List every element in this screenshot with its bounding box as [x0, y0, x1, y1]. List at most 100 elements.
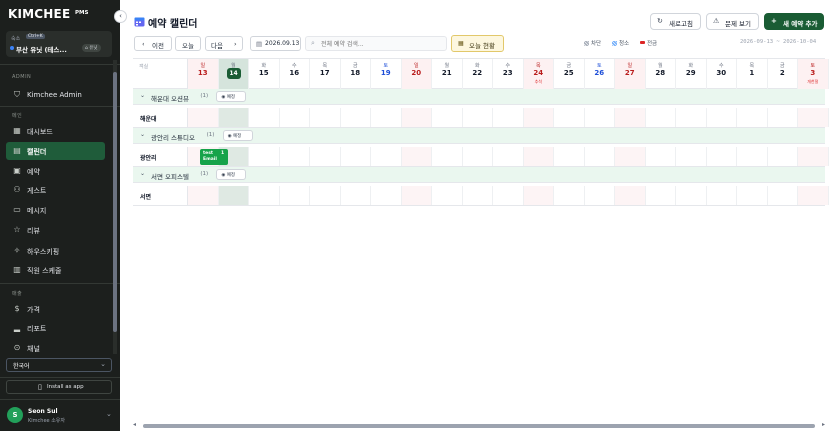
- prev-button[interactable]: ‹ 이전: [134, 36, 172, 51]
- date-column-header[interactable]: 일 27: [615, 59, 646, 89]
- date-picker[interactable]: ▤ 2026.09.13: [250, 36, 301, 51]
- sidebar-item-calendar[interactable]: ▤ 캘린더: [6, 142, 105, 160]
- calendar-cell[interactable]: [249, 108, 280, 127]
- calendar-cell[interactable]: [554, 147, 585, 166]
- sidebar-item-dashboard[interactable]: ▦ 대시보드: [6, 122, 105, 140]
- calendar-cell[interactable]: [615, 186, 646, 205]
- calendar-cell[interactable]: [737, 186, 768, 205]
- calendar-cell[interactable]: [676, 147, 707, 166]
- group-schedule-button[interactable]: ◉ 예정: [216, 91, 247, 102]
- chevron-down-icon[interactable]: ⌄: [140, 92, 145, 99]
- calendar-cell[interactable]: [341, 108, 371, 127]
- sidebar-item-housekeeping[interactable]: ✧ 하우스키핑: [6, 242, 105, 260]
- sidebar-item-channels[interactable]: ⊙ 채널: [6, 339, 105, 357]
- sidebar-item-reports[interactable]: ▂ 리포트: [6, 319, 105, 337]
- group-row[interactable]: ⌄ 서면 오피스텔 (1) ◉ 예정: [133, 167, 825, 183]
- calendar-cell[interactable]: [432, 186, 463, 205]
- calendar-cell[interactable]: [523, 108, 554, 127]
- calendar-cell[interactable]: [707, 108, 737, 127]
- calendar-cell[interactable]: [280, 108, 310, 127]
- date-column-header[interactable]: 일 13: [188, 59, 219, 89]
- room-name[interactable]: 광안리: [133, 147, 188, 166]
- calendar-cell[interactable]: [798, 108, 829, 127]
- calendar-cell[interactable]: [249, 186, 280, 205]
- calendar-cell[interactable]: [218, 108, 249, 127]
- sidebar-item-reviews[interactable]: ☆ 리뷰: [6, 221, 105, 239]
- calendar-cell[interactable]: [493, 186, 524, 205]
- date-column-header[interactable]: 월 21: [432, 59, 463, 89]
- calendar-cell[interactable]: [463, 186, 493, 205]
- date-column-header[interactable]: 일 20: [401, 59, 432, 89]
- calendar-cell[interactable]: [493, 147, 524, 166]
- install-app-button[interactable]: ▯ Install as app: [6, 380, 112, 394]
- date-column-header[interactable]: 수 23: [493, 59, 524, 89]
- date-column-header[interactable]: 목1: [737, 59, 768, 89]
- date-column-header[interactable]: 목 24 추석: [523, 59, 554, 89]
- calendar-cell[interactable]: [463, 147, 493, 166]
- search-field[interactable]: ⌕: [305, 36, 447, 51]
- search-input[interactable]: [321, 39, 441, 49]
- sidebar-item-messages[interactable]: ▭ 메시지: [6, 201, 105, 219]
- calendar-cell[interactable]: [371, 147, 402, 166]
- calendar-cell[interactable]: [341, 147, 371, 166]
- group-row[interactable]: ⌄ 해운대 오션뷰 (1) ◉ 예정: [133, 89, 825, 105]
- calendar-cell[interactable]: [768, 147, 798, 166]
- calendar-cell[interactable]: [310, 147, 341, 166]
- calendar-cell[interactable]: [371, 108, 402, 127]
- date-column-header[interactable]: 목 17: [310, 59, 341, 89]
- calendar-cell[interactable]: [341, 186, 371, 205]
- scroll-right-icon[interactable]: ▸: [822, 421, 825, 428]
- room-name[interactable]: 해운대: [133, 108, 188, 127]
- today-status-button[interactable]: ▦ 오늘 현황: [451, 35, 504, 52]
- calendar-cell[interactable]: [768, 108, 798, 127]
- scroll-left-icon[interactable]: ◂: [133, 421, 136, 428]
- language-select[interactable]: 한국어 ⌄: [6, 358, 112, 372]
- calendar-cell[interactable]: [218, 186, 249, 205]
- chevron-down-icon[interactable]: ⌄: [140, 170, 145, 177]
- calendar-cell[interactable]: [493, 108, 524, 127]
- sidebar-collapse-button[interactable]: ‹: [114, 10, 127, 23]
- calendar-cell[interactable]: [707, 186, 737, 205]
- calendar-cell[interactable]: [310, 108, 341, 127]
- chevron-down-icon[interactable]: ⌄: [140, 131, 145, 138]
- date-column-header[interactable]: 금 25: [554, 59, 585, 89]
- calendar-cell[interactable]: [585, 108, 615, 127]
- calendar-cell[interactable]: [737, 108, 768, 127]
- calendar-cell[interactable]: [310, 186, 341, 205]
- calendar-cell[interactable]: [615, 108, 646, 127]
- refresh-button[interactable]: ↻ 새로고침: [650, 13, 701, 30]
- date-column-header[interactable]: 금 18: [341, 59, 371, 89]
- date-column-header[interactable]: 토 3 개천절: [798, 59, 829, 89]
- calendar-cell[interactable]: [554, 108, 585, 127]
- chevron-down-icon[interactable]: ⌄: [106, 410, 112, 418]
- horizontal-scrollbar[interactable]: ◂ ▸: [133, 421, 825, 429]
- calendar-cell[interactable]: [676, 186, 707, 205]
- calendar-cell[interactable]: [585, 147, 615, 166]
- app-logo[interactable]: KIMCHEE: [8, 7, 70, 21]
- date-column-header[interactable]: 수 16: [280, 59, 310, 89]
- calendar-cell[interactable]: [768, 186, 798, 205]
- sidebar-item-pricing[interactable]: $ 가격: [6, 300, 105, 318]
- date-column-header[interactable]: 화 29: [676, 59, 707, 89]
- sidebar-item-staff-schedule[interactable]: ▥ 직원 스케줄: [6, 261, 105, 279]
- calendar-cell[interactable]: [646, 147, 676, 166]
- calendar-cell[interactable]: [249, 147, 280, 166]
- calendar-cell[interactable]: [707, 147, 737, 166]
- date-column-header[interactable]: 토 26: [585, 59, 615, 89]
- calendar-cell[interactable]: [188, 186, 219, 205]
- calendar-cell[interactable]: [554, 186, 585, 205]
- date-column-header[interactable]: 월 14: [218, 59, 249, 89]
- date-column-header[interactable]: 수 30: [707, 59, 737, 89]
- calendar-cell[interactable]: [401, 147, 432, 166]
- new-booking-button[interactable]: + 새 예약 추가: [764, 13, 824, 30]
- calendar-cell[interactable]: [280, 147, 310, 166]
- calendar-cell[interactable]: [798, 186, 829, 205]
- sidebar-item-guests[interactable]: ⚇ 게스트: [6, 181, 105, 199]
- calendar-cell[interactable]: [280, 186, 310, 205]
- calendar-cell[interactable]: [523, 147, 554, 166]
- group-schedule-button[interactable]: ◉ 예정: [222, 130, 253, 141]
- room-name[interactable]: 서면: [133, 186, 188, 205]
- date-column-header[interactable]: 토 19: [371, 59, 402, 89]
- calendar-cell[interactable]: [585, 186, 615, 205]
- calendar-cell[interactable]: [615, 147, 646, 166]
